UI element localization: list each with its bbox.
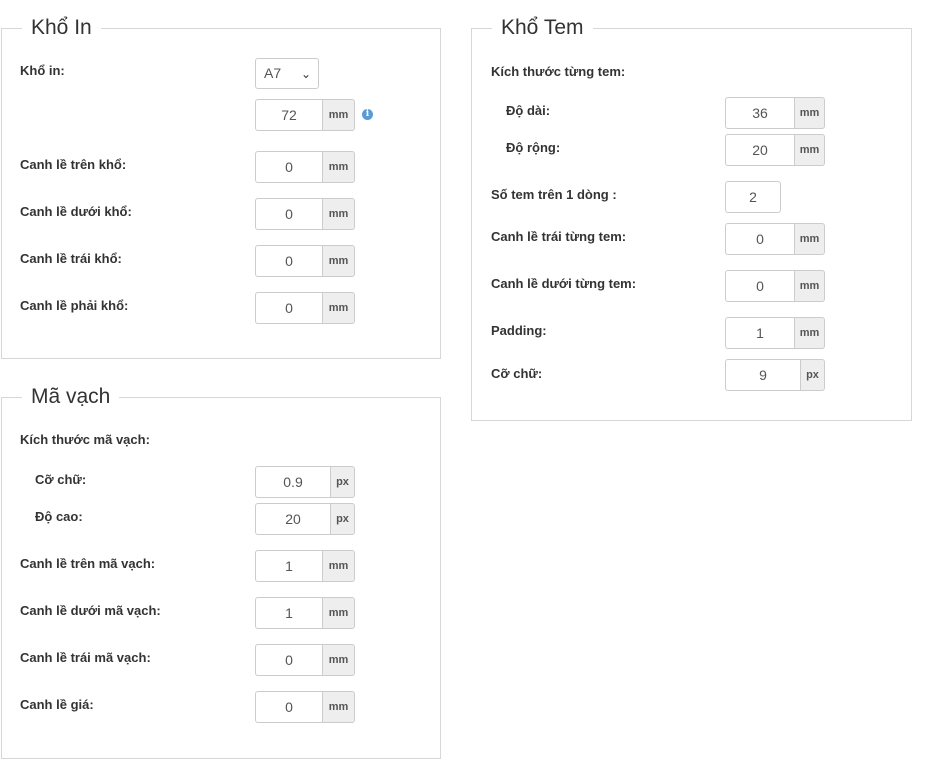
barcode-size-label: Kích thước mã vạch: [20,432,150,447]
label-length-input[interactable]: 36 [725,97,795,129]
unit-addon: mm [323,99,355,131]
kho-tem-title: Khổ Tem [492,15,593,41]
unit-addon: mm [323,691,355,723]
margin-left-input[interactable]: 0 [255,245,323,277]
label-length-group: 36 mm [725,97,825,129]
margin-top-label: Canh lề trên khổ: [20,157,127,172]
unit-addon: mm [795,317,825,349]
barcode-margin-left-input[interactable]: 0 [255,644,323,676]
barcode-margin-bottom-group: 1 mm [255,597,355,629]
labels-per-row-group: 2 [725,181,781,213]
paper-width-group: 72 mm [255,99,355,131]
label-margin-bottom-input[interactable]: 0 [725,270,795,302]
margin-right-input[interactable]: 0 [255,292,323,324]
margin-right-label: Canh lề phải khổ: [20,298,129,313]
barcode-margin-bottom-label: Canh lề dưới mã vạch: [20,603,161,618]
unit-addon: mm [323,550,355,582]
barcode-height-label: Độ cao: [35,509,83,524]
labels-per-row-input[interactable]: 2 [725,181,781,213]
margin-left-label: Canh lề trái khổ: [20,251,122,266]
label-length-label: Độ dài: [506,103,551,118]
paper-size-select[interactable]: A7 ⌄ [255,58,319,89]
barcode-margin-top-group: 1 mm [255,550,355,582]
padding-input[interactable]: 1 [725,317,795,349]
unit-addon: mm [795,270,825,302]
unit-addon: mm [323,597,355,629]
price-margin-group: 0 mm [255,691,355,723]
label-margin-bottom-label: Canh lề dưới từng tem: [491,276,637,291]
margin-top-input[interactable]: 0 [255,151,323,183]
label-margin-bottom-group: 0 mm [725,270,825,302]
margin-left-group: 0 mm [255,245,355,277]
unit-addon: mm [323,151,355,183]
unit-addon: mm [795,97,825,129]
kho-in-label: Khổ in: [20,63,65,78]
paper-width-input[interactable]: 72 [255,99,323,131]
barcode-font-size-input[interactable]: 0.9 [255,466,331,498]
barcode-font-size-group: 0.9 px [255,466,355,498]
unit-addon: mm [795,223,825,255]
label-width-input[interactable]: 20 [725,134,795,166]
padding-label: Padding: [491,323,547,338]
unit-addon: px [331,503,355,535]
labels-per-row-label: Số tem trên 1 dòng : [491,187,617,202]
price-margin-label: Canh lề giá: [20,697,94,712]
barcode-margin-top-input[interactable]: 1 [255,550,323,582]
padding-group: 1 mm [725,317,825,349]
label-font-size-label: Cỡ chữ: [491,366,543,381]
barcode-height-input[interactable]: 20 [255,503,331,535]
kho-tem-panel: Khổ Tem [471,15,912,421]
barcode-font-size-label: Cỡ chữ: [35,472,87,487]
info-circle-icon[interactable]: i [362,109,373,120]
barcode-margin-bottom-input[interactable]: 1 [255,597,323,629]
unit-addon: mm [323,245,355,277]
label-font-size-input[interactable]: 9 [725,359,801,391]
margin-right-group: 0 mm [255,292,355,324]
label-margin-left-group: 0 mm [725,223,825,255]
margin-bottom-label: Canh lề dưới khổ: [20,204,132,219]
barcode-margin-left-group: 0 mm [255,644,355,676]
margin-bottom-input[interactable]: 0 [255,198,323,230]
label-margin-left-input[interactable]: 0 [725,223,795,255]
barcode-margin-left-label: Canh lề trái mã vạch: [20,650,151,665]
label-width-group: 20 mm [725,134,825,166]
paper-size-value: A7 [264,65,282,81]
unit-addon: mm [795,134,825,166]
barcode-height-group: 20 px [255,503,355,535]
unit-addon: mm [323,292,355,324]
margin-top-group: 0 mm [255,151,355,183]
ma-vach-title: Mã vạch [22,384,120,410]
unit-addon: px [331,466,355,498]
margin-bottom-group: 0 mm [255,198,355,230]
price-margin-input[interactable]: 0 [255,691,323,723]
barcode-margin-top-label: Canh lề trên mã vạch: [20,556,156,571]
unit-addon: mm [323,198,355,230]
unit-addon: mm [323,644,355,676]
label-font-size-group: 9 px [725,359,825,391]
unit-addon: px [801,359,825,391]
label-margin-left-label: Canh lề trái từng tem: [491,229,627,244]
label-width-label: Độ rộng: [506,140,561,155]
kho-in-title: Khổ In [22,15,101,41]
chevron-down-icon: ⌄ [300,67,311,81]
label-size-label: Kích thước từng tem: [491,64,626,79]
